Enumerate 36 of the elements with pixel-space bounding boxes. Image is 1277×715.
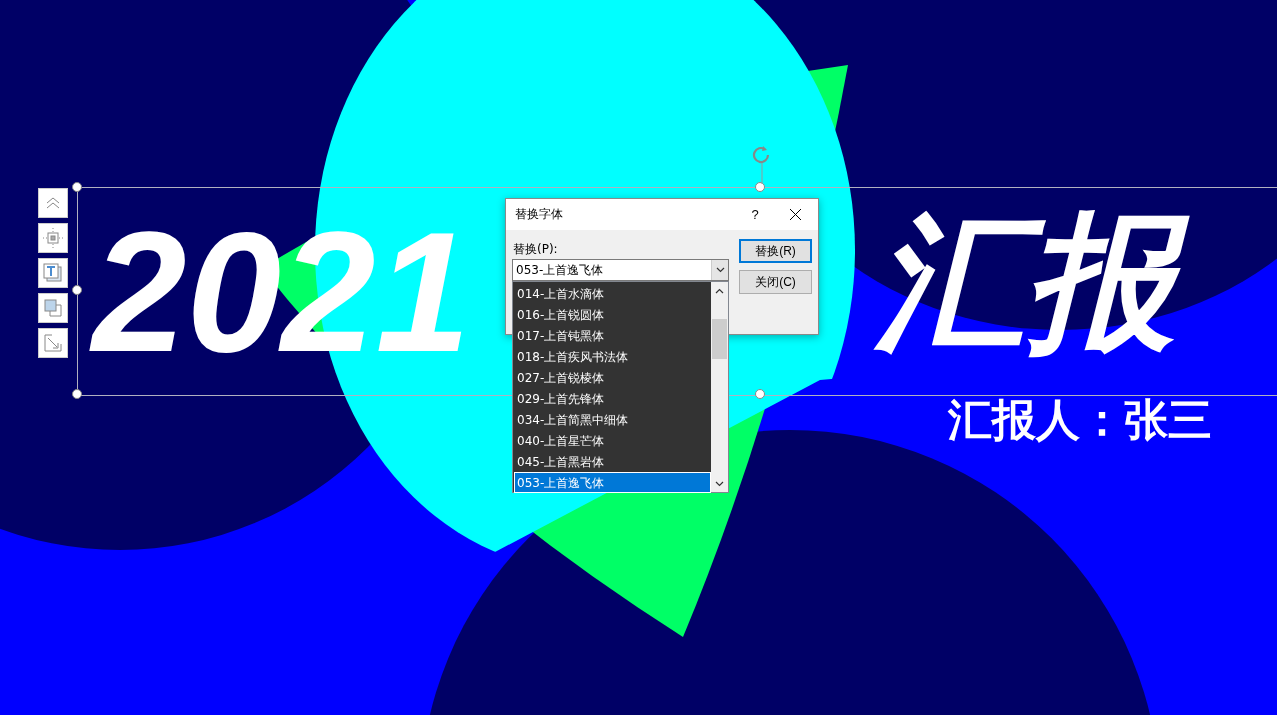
font-list-item[interactable]: 017-上首钝黑体 [514,325,711,346]
dialog-button[interactable]: 替换(R) [739,239,812,263]
font-list-item[interactable]: 016-上首锐圆体 [514,304,711,325]
chevron-down-icon [715,267,725,273]
dialog-title: 替换字体 [515,206,564,223]
chevron-down-icon [715,480,724,487]
resize-handle[interactable] [755,182,765,192]
font-list-item[interactable]: 029-上首先锋体 [514,388,711,409]
resize-handle[interactable] [72,182,82,192]
scrollbar-thumb[interactable] [712,319,727,359]
resize-button[interactable] [38,328,68,358]
double-chevron-up-icon [45,196,61,210]
close-icon [789,209,801,220]
font-list-item[interactable]: 018-上首疾风书法体 [514,346,711,367]
font-list-item[interactable]: 027-上首锐棱体 [514,367,711,388]
resize-handle[interactable] [755,389,765,399]
replace-label: 替换(P): [513,241,558,258]
resize-handle[interactable] [72,389,82,399]
font-list-item[interactable]: 040-上首星芒体 [514,430,711,451]
shape-fill-icon [44,299,62,317]
font-list-item[interactable]: 014-上首水滴体 [514,283,711,304]
help-button[interactable]: ? [738,199,772,230]
text-frame-icon [43,263,63,283]
font-list-item[interactable]: 045-上首黑岩体 [514,451,711,472]
align-center-icon [42,227,64,249]
font-list-item[interactable]: 053-上首逸飞体 [514,472,711,493]
scrollbar[interactable] [711,282,728,492]
dropdown-button[interactable] [711,260,728,280]
resize-handle[interactable] [72,285,82,295]
font-dropdown[interactable]: 053-上首逸飞体 [512,259,729,281]
font-list-item[interactable]: 034-上首简黑中细体 [514,409,711,430]
resize-arrow-icon [44,334,62,352]
chevron-up-icon [715,287,724,294]
align-button[interactable] [38,223,68,253]
dialog-button[interactable]: 关闭(C) [739,270,812,294]
presenter-text: 汇报人：张三 [948,396,1212,445]
